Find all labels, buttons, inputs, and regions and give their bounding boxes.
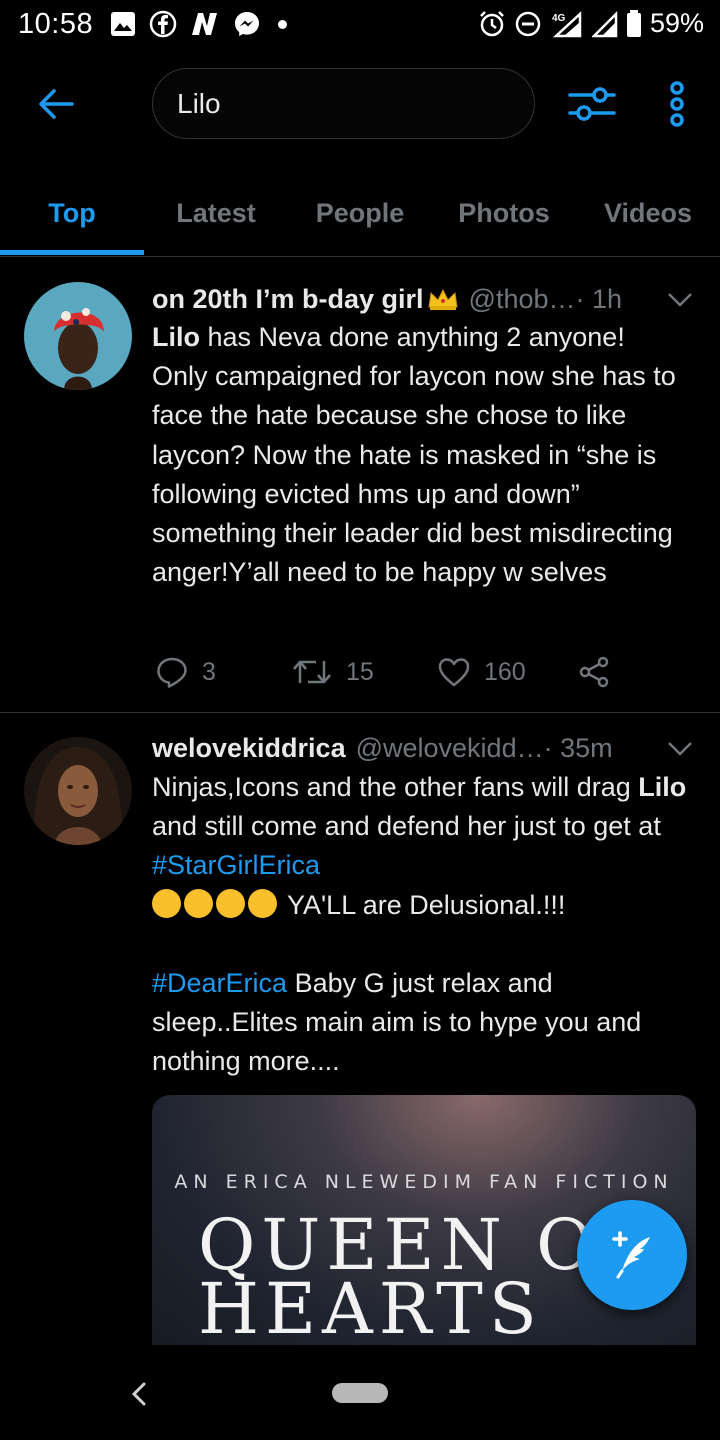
n-app-icon bbox=[192, 13, 217, 35]
tweet[interactable]: on 20th I’m b-day girl @thob… · 1h Lilo … bbox=[0, 258, 720, 712]
hashtag-link[interactable]: #StarGirlErica bbox=[152, 850, 320, 880]
rofl-emoji-icon bbox=[216, 888, 245, 918]
active-tab-indicator bbox=[0, 250, 144, 255]
system-navigation-bar bbox=[0, 1345, 720, 1440]
do-not-disturb-icon bbox=[515, 11, 541, 36]
more-options-button[interactable] bbox=[660, 80, 694, 128]
author-handle[interactable]: @thob… bbox=[469, 284, 576, 315]
chevron-down-icon[interactable] bbox=[666, 290, 694, 310]
gallery-icon bbox=[111, 12, 135, 36]
more-vertical-icon bbox=[670, 81, 684, 127]
author-name[interactable]: on 20th I’m b-day girl bbox=[152, 284, 424, 315]
tweet-actions: 3 15 160 bbox=[152, 652, 672, 692]
retweet-count: 15 bbox=[346, 657, 374, 686]
tweet-header: on 20th I’m b-day girl @thob… · 1h bbox=[152, 282, 622, 316]
like-button[interactable]: 160 bbox=[438, 652, 526, 692]
notification-dot bbox=[278, 19, 287, 29]
search-input[interactable]: Lilo bbox=[152, 68, 535, 139]
search-query: Lilo bbox=[177, 87, 221, 119]
avatar[interactable] bbox=[24, 737, 132, 845]
nav-home-pill[interactable] bbox=[332, 1383, 388, 1403]
alarm-icon bbox=[480, 10, 504, 36]
tweet-header: welovekiddrica @welovekidd… · 35m bbox=[152, 731, 613, 765]
search-term-highlight: Lilo bbox=[638, 772, 687, 802]
share-button[interactable] bbox=[578, 652, 610, 692]
reply-count: 3 bbox=[202, 657, 216, 686]
tab-videos[interactable]: Videos bbox=[576, 172, 720, 254]
media-title: QUEEN O HEARTS bbox=[198, 1204, 600, 1345]
search-tabs: Top Latest People Photos Videos bbox=[0, 172, 720, 257]
tab-top[interactable]: Top bbox=[0, 172, 144, 254]
search-term-highlight: Lilo bbox=[152, 322, 200, 352]
search-filter-button[interactable] bbox=[566, 80, 618, 128]
rofl-emoji-icon bbox=[248, 888, 277, 918]
author-name[interactable]: welovekiddrica bbox=[152, 733, 346, 764]
tab-people[interactable]: People bbox=[288, 172, 432, 254]
tweet-time: · 35m bbox=[543, 732, 613, 763]
nav-back-icon[interactable] bbox=[128, 1381, 152, 1407]
tweet-text-rest: has Neva done anything 2 anyone! Only ca… bbox=[152, 322, 676, 588]
messenger-icon bbox=[235, 12, 259, 36]
tab-photos[interactable]: Photos bbox=[432, 172, 576, 254]
arrow-left-icon bbox=[39, 89, 74, 119]
signal-4g-icon: 4G bbox=[552, 10, 582, 37]
reply-icon bbox=[157, 657, 187, 688]
like-count: 160 bbox=[484, 657, 526, 686]
crown-icon bbox=[427, 288, 458, 310]
tweet-text: Lilo has Neva done anything 2 anyone! On… bbox=[152, 318, 702, 592]
hashtag-link[interactable]: #DearErica bbox=[152, 968, 287, 998]
tweet-text-line: YA'LL are Delusional.!!! bbox=[280, 889, 566, 920]
sliders-icon bbox=[568, 87, 616, 121]
retweet-button[interactable]: 15 bbox=[292, 652, 374, 692]
rofl-emoji-icon bbox=[184, 888, 213, 918]
back-button[interactable] bbox=[36, 82, 76, 126]
tab-latest[interactable]: Latest bbox=[144, 172, 288, 254]
author-handle[interactable]: @welovekidd… bbox=[356, 733, 544, 764]
status-bar: 10:58 4G 59% bbox=[0, 0, 720, 50]
battery-icon bbox=[626, 9, 641, 37]
tweet-text: Ninjas,Icons and the other fans will dra… bbox=[152, 768, 702, 1082]
tweet-time: · 1h bbox=[575, 283, 623, 314]
retweet-icon bbox=[293, 660, 331, 684]
tweet-text-line: Ninjas,Icons and the other fans will dra… bbox=[152, 772, 639, 802]
heart-icon bbox=[438, 658, 470, 687]
media-subtitle: AN ERICA NLEWEDIM FAN FICTION bbox=[174, 1171, 674, 1193]
battery-percentage: 59% bbox=[649, 8, 704, 38]
compose-tweet-button[interactable] bbox=[577, 1200, 687, 1310]
svg-text:4G: 4G bbox=[552, 13, 566, 24]
avatar[interactable] bbox=[24, 282, 132, 390]
status-time: 10:58 bbox=[18, 8, 94, 40]
reply-button[interactable]: 3 bbox=[156, 652, 216, 692]
facebook-icon bbox=[149, 10, 177, 38]
feather-plus-icon bbox=[612, 1231, 650, 1279]
share-icon bbox=[579, 656, 609, 688]
rofl-emoji-icon bbox=[152, 888, 181, 918]
chevron-down-icon[interactable] bbox=[666, 739, 694, 759]
signal-icon bbox=[591, 10, 618, 37]
